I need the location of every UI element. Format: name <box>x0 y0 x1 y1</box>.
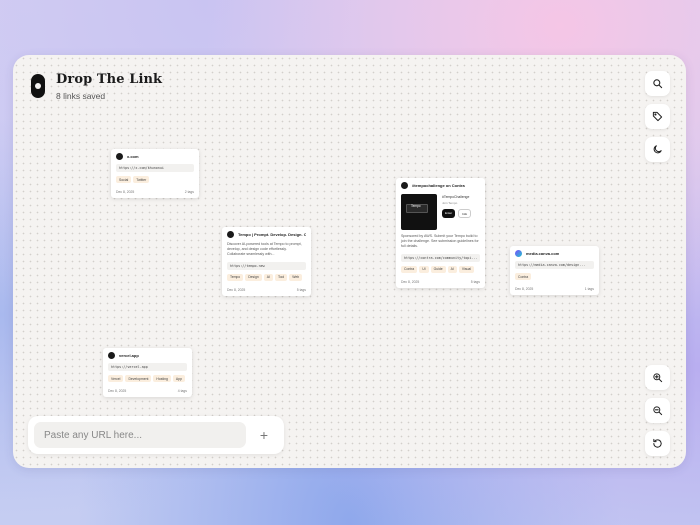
link-card-contra[interactable]: #tempochallenge on Contra Tempo #TempoCh… <box>396 178 485 288</box>
search-button[interactable] <box>645 71 670 96</box>
tag-chip[interactable]: App <box>172 375 185 382</box>
card-date: Dec 8, 2025 <box>108 389 127 393</box>
card-preview-image: Tempo <box>401 194 437 230</box>
vercel-favicon-icon <box>108 352 115 359</box>
card-title: vercel.app <box>119 353 139 358</box>
card-url[interactable]: https://vercel.app <box>108 363 187 371</box>
card-url[interactable]: https://media.canva.com/design... <box>515 261 594 269</box>
zoom-in-icon <box>653 373 663 383</box>
tag-chip[interactable]: AI <box>447 265 457 273</box>
card-url[interactable]: https://contra.com/community/topi... <box>401 253 480 262</box>
tag-icon <box>652 111 663 122</box>
search-icon <box>653 79 663 89</box>
card-date: Dec 8, 2025 <box>515 287 534 291</box>
url-input[interactable] <box>34 422 246 448</box>
preview-info-pill: Info <box>458 209 472 218</box>
tags-button[interactable] <box>645 104 670 129</box>
link-card-vercel[interactable]: vercel.app https://vercel.app Vercel Dev… <box>103 348 192 397</box>
card-description: Discover AI-powered tools at Tempo to pr… <box>227 242 302 257</box>
card-tag-count: 5 tags <box>470 279 480 284</box>
tag-chip[interactable]: Vercel <box>108 375 124 382</box>
card-tag-count: 5 tags <box>296 287 306 292</box>
reset-icon <box>653 438 662 448</box>
card-tag-count: 4 tags <box>177 389 187 393</box>
card-url[interactable]: https://x.com/khunonui <box>116 164 194 172</box>
app-title: Drop The Link <box>56 72 163 87</box>
tag-chip[interactable]: Twitter <box>133 176 150 183</box>
contra-favicon-icon <box>401 182 408 189</box>
card-title: #tempochallenge on Contra <box>412 183 465 188</box>
top-toolbar <box>645 71 670 162</box>
zoom-out-icon <box>653 406 663 416</box>
links-count: 8 links saved <box>56 91 106 101</box>
canva-favicon-icon <box>515 250 522 257</box>
card-date: Dec 8, 2025 <box>227 287 246 292</box>
preview-enter-pill: Enter <box>442 209 456 218</box>
tag-chip[interactable]: Web <box>289 273 303 281</box>
tag-chip[interactable]: Social <box>116 176 132 183</box>
preview-heading: #TempoChallenge <box>442 195 470 199</box>
zoom-toolbar <box>645 365 670 456</box>
tag-chip[interactable]: Tool <box>274 273 288 281</box>
moon-icon <box>653 145 662 154</box>
tag-chip[interactable]: Hosting <box>153 375 171 382</box>
tag-chip[interactable]: Contra <box>401 265 418 273</box>
url-input-bar: + <box>28 416 284 454</box>
logo-icon <box>31 74 45 98</box>
theme-toggle-button[interactable] <box>645 137 670 162</box>
tag-chip[interactable]: Tempo <box>227 273 244 281</box>
add-link-button[interactable]: + <box>250 422 278 448</box>
x-favicon-icon <box>116 153 123 160</box>
card-title: media.canva.com <box>526 251 560 256</box>
tempo-favicon-icon <box>227 231 234 238</box>
zoom-out-button[interactable] <box>645 398 670 423</box>
link-card-canva[interactable]: media.canva.com https://media.canva.com/… <box>510 246 599 295</box>
brand: Drop The Link 8 links saved <box>31 72 162 101</box>
tag-chip[interactable]: AI <box>263 273 273 281</box>
tag-chip[interactable]: Development <box>125 375 152 382</box>
card-title: Tempo | Prompt. Develop. Design. C... <box>238 232 306 237</box>
zoom-in-button[interactable] <box>645 365 670 390</box>
card-url[interactable]: https://tempo.new <box>227 261 306 270</box>
card-description: Sponsored by AWS. Submit your Tempo buil… <box>401 234 479 249</box>
card-tag-count: 2 tags <box>184 190 194 194</box>
link-card-x[interactable]: x.com https://x.com/khunonui Social Twit… <box>111 149 199 198</box>
card-date: Dec 8, 2025 <box>401 279 420 284</box>
reset-view-button[interactable] <box>645 431 670 456</box>
tag-chip[interactable]: Contra <box>515 273 532 280</box>
tag-chip[interactable]: Guide <box>430 265 446 273</box>
tag-chip[interactable]: Visual <box>458 265 475 273</box>
tag-chip[interactable]: Design <box>245 273 262 281</box>
card-tag-count: 1 tags <box>584 287 594 291</box>
card-title: x.com <box>127 154 139 159</box>
canvas[interactable]: Drop The Link 8 links saved x.com https:… <box>13 55 686 468</box>
link-card-tempo[interactable]: Tempo | Prompt. Develop. Design. C... Di… <box>222 227 311 296</box>
tag-chip[interactable]: UI <box>419 265 429 273</box>
card-date: Dec 8, 2025 <box>116 190 135 194</box>
preview-subtext: Join Tempo <box>442 201 458 205</box>
